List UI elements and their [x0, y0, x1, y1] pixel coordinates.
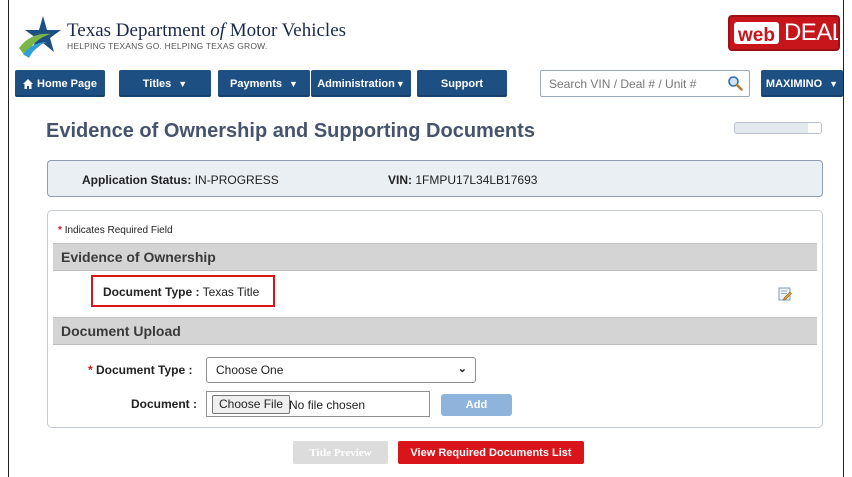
title-preview-button[interactable]: Title Preview	[293, 441, 388, 464]
nav-support-label: Support	[440, 77, 484, 90]
choose-file-button[interactable]: Choose File	[212, 395, 291, 414]
nav-support-button[interactable]: Support	[417, 70, 507, 97]
upload-document-type-label-text: Document Type :	[96, 363, 193, 377]
required-star: *	[58, 225, 62, 236]
nav-titles-dropdown[interactable]: Titles ▼	[119, 70, 211, 97]
application-status: Application Status: IN-PROGRESS	[82, 173, 279, 187]
vin-display: VIN: 1FMPU17L34LB17693	[388, 173, 537, 187]
document-type-select-value: Choose One	[216, 363, 284, 377]
nav-home-button[interactable]: Home Page	[15, 70, 105, 97]
file-status-text: No file chosen	[289, 398, 366, 412]
documents-panel: * Indicates Required Field Evidence of O…	[47, 210, 823, 428]
add-button[interactable]: Add	[441, 394, 512, 416]
document-label: Document :	[131, 397, 197, 411]
document-file-input: Choose File No file chosen	[206, 391, 430, 417]
section-document-upload: Document Upload	[53, 317, 817, 345]
nav-administration-label: Administration	[317, 77, 395, 90]
chevron-down-icon: ▼	[829, 78, 839, 89]
search-input[interactable]	[541, 71, 721, 96]
webdealer-logo-web: web	[734, 22, 779, 46]
vin-label: VIN:	[388, 173, 412, 187]
webdealer-logo: web DEALER	[728, 15, 840, 51]
edit-document-icon[interactable]	[778, 287, 792, 301]
progress-bar-fill	[735, 123, 809, 133]
user-menu-dropdown[interactable]: MAXIMINO ▼	[761, 70, 843, 97]
main-nav: Home Page Titles ▼ Payments ▼ Administra…	[9, 67, 843, 101]
required-field-note-text: Indicates Required Field	[64, 225, 173, 236]
user-name: MAXIMINO	[765, 77, 823, 90]
chevron-down-icon: ▼	[289, 78, 298, 89]
txdmv-star-logo-icon	[19, 16, 61, 58]
chevron-down-icon: ▼	[178, 78, 188, 89]
webdealer-logo-dealer: DEALER	[783, 19, 838, 46]
ownership-document-type-label: Document Type :	[103, 285, 200, 299]
chevron-down-icon: ⌄	[457, 363, 467, 375]
application-status-panel: Application Status: IN-PROGRESS VIN: 1FM…	[47, 160, 823, 197]
application-status-value: IN-PROGRESS	[194, 173, 279, 187]
nav-administration-dropdown[interactable]: Administration ▼	[311, 70, 411, 97]
vin-value: 1FMPU17L34LB17693	[415, 173, 538, 187]
search-box	[540, 70, 750, 97]
progress-bar	[734, 122, 822, 134]
section-evidence-of-ownership: Evidence of Ownership	[53, 243, 817, 271]
view-required-documents-button[interactable]: View Required Documents List	[398, 441, 584, 464]
app-frame: Texas Department of Motor Vehicles HELPI…	[8, 0, 844, 477]
nav-payments-dropdown[interactable]: Payments ▼	[218, 70, 310, 97]
ownership-document-type: Document Type : Texas Title	[91, 275, 275, 307]
required-star: *	[88, 363, 93, 377]
nav-titles-label: Titles	[142, 77, 172, 90]
org-tagline: HELPING TEXANS GO. HELPING TEXAS GROW.	[67, 41, 268, 51]
nav-payments-label: Payments	[230, 77, 283, 90]
application-status-label: Application Status:	[82, 173, 192, 187]
ownership-document-type-value: Texas Title	[202, 285, 260, 299]
home-icon	[23, 78, 34, 89]
document-type-select[interactable]: Choose One ⌄	[206, 357, 476, 383]
nav-home-label: Home Page	[37, 77, 97, 90]
page-title: Evidence of Ownership and Supporting Doc…	[46, 120, 535, 142]
upload-document-type-label: * Document Type :	[88, 363, 192, 377]
org-name: Texas Department of Motor Vehicles	[67, 20, 347, 41]
required-field-note: * Indicates Required Field	[58, 225, 173, 236]
site-header: Texas Department of Motor Vehicles HELPI…	[9, 0, 843, 60]
chevron-down-icon: ▼	[395, 78, 405, 89]
search-icon[interactable]	[727, 75, 743, 91]
